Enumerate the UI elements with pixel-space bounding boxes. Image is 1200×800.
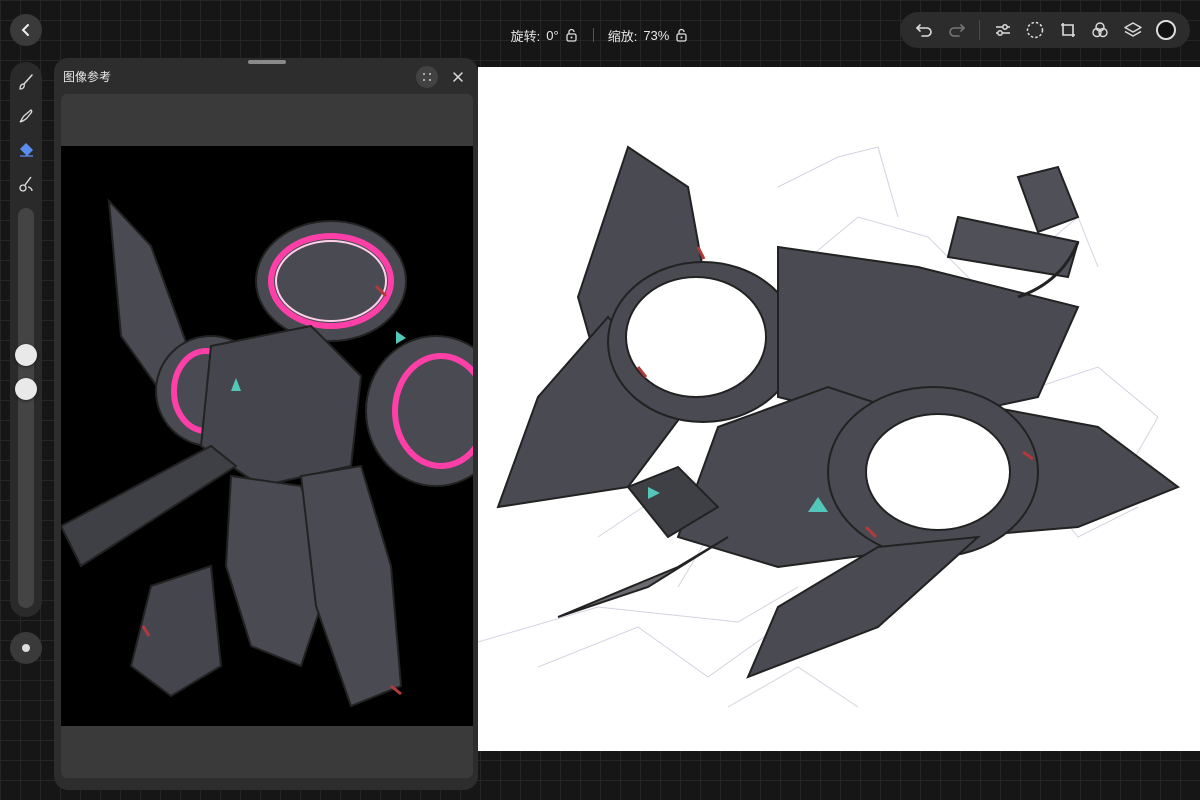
opacity-slider[interactable] bbox=[15, 378, 37, 401]
rotation-label: 旋转: bbox=[510, 28, 541, 44]
close-button[interactable] bbox=[447, 66, 469, 88]
transform-icon bbox=[1060, 23, 1075, 37]
eraser-tool[interactable] bbox=[14, 138, 38, 162]
symmetry-icon bbox=[1092, 22, 1109, 38]
color-icon bbox=[1155, 20, 1176, 40]
zoom-label: 缩放: bbox=[607, 28, 638, 44]
brush-tool[interactable] bbox=[14, 70, 38, 94]
reference-mecha bbox=[61, 198, 473, 708]
unlock-icon bbox=[676, 28, 688, 42]
blend-icon bbox=[19, 176, 33, 192]
undo-button[interactable] bbox=[910, 15, 939, 45]
top-toolbar bbox=[900, 12, 1190, 48]
eraser-icon bbox=[20, 143, 33, 157]
layers-icon bbox=[1124, 22, 1142, 37]
close-icon bbox=[453, 72, 463, 82]
divider bbox=[592, 28, 594, 42]
dot-icon bbox=[22, 644, 30, 652]
color-button[interactable] bbox=[1151, 15, 1180, 45]
undo-icon bbox=[916, 24, 933, 37]
redo-icon bbox=[949, 24, 966, 37]
smudge-tool[interactable] bbox=[14, 104, 38, 128]
size-opacity-track[interactable] bbox=[18, 208, 34, 608]
zoom-info[interactable]: 缩放: 73% bbox=[608, 26, 690, 45]
image-reference-panel[interactable]: 图像参考 bbox=[54, 58, 478, 790]
brush-size-slider[interactable] bbox=[15, 344, 37, 367]
zoom-value: 73% bbox=[643, 27, 670, 43]
rotation-info[interactable]: 旋转: 0° bbox=[511, 26, 579, 45]
modifier-button[interactable] bbox=[10, 632, 42, 664]
expand-icon bbox=[423, 73, 431, 81]
brush-icon bbox=[19, 74, 33, 90]
selection-button[interactable] bbox=[1021, 15, 1050, 45]
toolbar-divider bbox=[979, 20, 981, 40]
layers-button[interactable] bbox=[1119, 15, 1148, 45]
selection-icon bbox=[1026, 21, 1044, 39]
expand-button[interactable] bbox=[416, 66, 438, 88]
unlock-icon bbox=[566, 28, 577, 42]
rotation-value: 0° bbox=[546, 27, 559, 43]
redo-button[interactable] bbox=[943, 15, 972, 45]
smudge-icon bbox=[19, 109, 33, 123]
reference-image bbox=[61, 146, 473, 726]
blend-tool[interactable] bbox=[14, 172, 38, 196]
adjustments-icon bbox=[995, 24, 1010, 36]
drag-handle[interactable] bbox=[248, 60, 286, 64]
adjustments-button[interactable] bbox=[988, 15, 1017, 45]
panel-title: 图像参考 bbox=[63, 70, 112, 84]
sidebar-tools bbox=[10, 62, 42, 617]
drawing-canvas[interactable] bbox=[477, 67, 1200, 751]
mecha-artwork bbox=[477, 145, 1181, 708]
reference-image-area bbox=[61, 94, 473, 778]
transform-button[interactable] bbox=[1053, 15, 1082, 45]
symmetry-button[interactable] bbox=[1086, 15, 1115, 45]
